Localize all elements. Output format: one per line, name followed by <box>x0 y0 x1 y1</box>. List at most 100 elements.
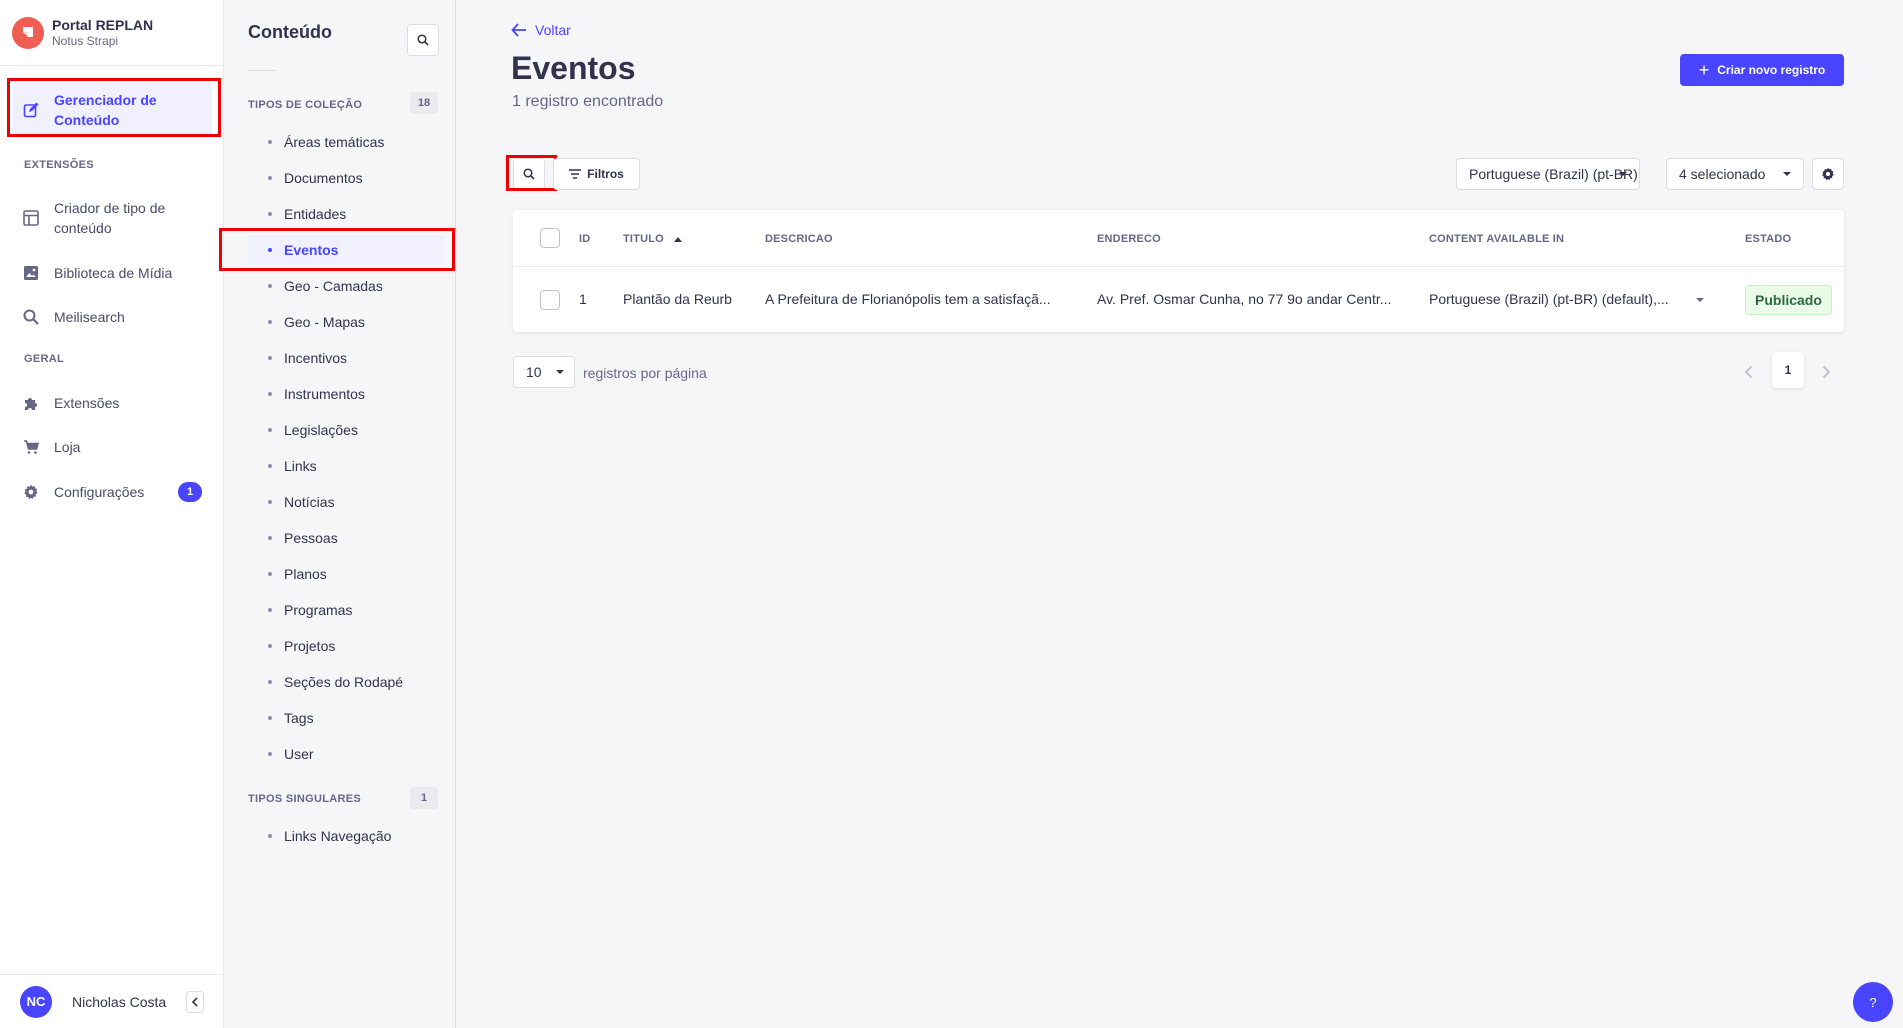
collection-types-count: 18 <box>410 92 438 114</box>
cell-titulo[interactable]: Plantão da Reurb <box>623 291 732 307</box>
back-link-label: Voltar <box>535 22 571 38</box>
subnav-item-links-navegacao[interactable]: Links Navegação <box>248 821 444 851</box>
subnav-item-entidades[interactable]: Entidades <box>248 199 444 229</box>
nav-section-plugins: EXTENSÕES <box>24 159 94 171</box>
create-entry-label: Criar novo registro <box>1717 63 1826 77</box>
main-content: Voltar Eventos 1 registro encontrado + C… <box>456 0 1903 1028</box>
search-icon <box>22 308 40 326</box>
nav-content-manager-label: Gerenciador de Conteúdo <box>54 92 157 128</box>
pencil-icon <box>22 101 40 119</box>
per-page-label: registros por página <box>583 365 707 381</box>
subnav-item-links[interactable]: Links <box>248 451 444 481</box>
subnav-item-eventos[interactable]: Eventos <box>248 235 444 265</box>
image-icon <box>22 264 40 282</box>
filter-icon <box>569 169 582 179</box>
cart-icon <box>22 438 40 456</box>
previous-page-button[interactable] <box>1736 360 1760 384</box>
nav-plugins[interactable]: Extensões <box>12 386 212 420</box>
subnav-item-incentivos[interactable]: Incentivos <box>248 343 444 373</box>
column-header-titulo[interactable]: TITULO <box>623 233 682 245</box>
list-settings-button[interactable] <box>1812 158 1844 190</box>
sort-ascending-icon <box>673 236 682 242</box>
cell-content-available[interactable]: Portuguese (Brazil) (pt-BR) (default),..… <box>1429 291 1689 307</box>
nav-meilisearch[interactable]: Meilisearch <box>12 300 212 334</box>
subnav-search-button[interactable] <box>407 24 439 56</box>
locale-select-value: Portuguese (Brazil) (pt-BR) <box>1469 166 1638 182</box>
columns-select[interactable]: 4 selecionado <box>1666 158 1804 190</box>
brand-header: Portal REPLAN Notus Strapi <box>0 0 223 66</box>
column-header-descricao[interactable]: DESCRICAO <box>765 233 833 245</box>
subnav-item-planos[interactable]: Planos <box>248 559 444 589</box>
nav-content-type-builder[interactable]: Criador de tipo de conteúdo <box>12 190 212 246</box>
user-name[interactable]: Nicholas Costa <box>72 994 166 1010</box>
column-header-endereco[interactable]: ENDERECO <box>1097 233 1161 245</box>
caret-down-icon[interactable] <box>1696 298 1704 302</box>
nav-marketplace[interactable]: Loja <box>12 430 212 464</box>
brand-subtitle: Notus Strapi <box>52 33 119 48</box>
nav-content-manager[interactable]: Gerenciador de Conteúdo <box>12 82 212 138</box>
per-page-value: 10 <box>526 364 542 380</box>
collection-types-heading: TIPOS DE COLEÇÃO <box>248 99 363 111</box>
subnav-item-pessoas[interactable]: Pessoas <box>248 523 444 553</box>
records-count: 1 registro encontrado <box>512 93 664 110</box>
subnav-item-instrumentos[interactable]: Instrumentos <box>248 379 444 409</box>
filters-button[interactable]: Filtros <box>553 158 640 190</box>
user-footer: NC Nicholas Costa <box>0 974 224 1028</box>
page-number-button[interactable]: 1 <box>1772 352 1804 388</box>
nav-marketplace-label: Loja <box>54 439 81 455</box>
subnav-item-documentos[interactable]: Documentos <box>248 163 444 193</box>
chevron-right-icon <box>1822 365 1830 379</box>
caret-down-icon <box>556 370 564 374</box>
nav-settings-label: Configurações <box>54 484 145 500</box>
columns-select-value: 4 selecionado <box>1679 166 1766 182</box>
cell-endereco[interactable]: Av. Pref. Osmar Cunha, no 77 9o andar Ce… <box>1097 291 1407 307</box>
layout-icon <box>22 209 40 227</box>
plus-icon: + <box>1698 60 1710 80</box>
subnav-item-noticias[interactable]: Notícias <box>248 487 444 517</box>
subnav-item-secoes-do-rodape[interactable]: Seções do Rodapé <box>248 667 444 697</box>
help-button[interactable]: ? <box>1853 982 1893 1022</box>
next-page-button[interactable] <box>1814 360 1838 384</box>
nav-media-library[interactable]: Biblioteca de Mídia <box>12 256 212 290</box>
subnav-item-tags[interactable]: Tags <box>248 703 444 733</box>
caret-down-icon <box>1783 172 1791 176</box>
nav-media-library-label: Biblioteca de Mídia <box>54 265 173 281</box>
locale-select[interactable]: Portuguese (Brazil) (pt-BR) <box>1456 158 1640 190</box>
puzzle-icon <box>22 394 40 412</box>
create-entry-button[interactable]: + Criar novo registro <box>1680 54 1844 86</box>
back-link[interactable]: Voltar <box>511 22 571 38</box>
column-header-estado[interactable]: ESTADO <box>1745 233 1791 245</box>
nav-section-general: GERAL <box>24 353 64 365</box>
gear-icon <box>22 483 40 501</box>
subnav-item-geo-camadas[interactable]: Geo - Camadas <box>248 271 444 301</box>
collapse-nav-button[interactable] <box>186 990 204 1013</box>
table-header-divider <box>513 266 1844 267</box>
subnav-item-legislacoes[interactable]: Legislações <box>248 415 444 445</box>
highlight-box-search <box>506 155 557 191</box>
select-all-checkbox[interactable] <box>540 228 560 248</box>
nav-meilisearch-label: Meilisearch <box>54 309 125 325</box>
chevron-left-icon <box>1744 365 1752 379</box>
content-subnav: Conteúdo TIPOS DE COLEÇÃO 18 Áreas temát… <box>224 0 456 1028</box>
cell-id[interactable]: 1 <box>579 291 587 307</box>
per-page-select[interactable]: 10 <box>513 356 575 388</box>
subnav-item-programas[interactable]: Programas <box>248 595 444 625</box>
avatar[interactable]: NC <box>20 985 52 1018</box>
column-header-titulo-label: TITULO <box>623 233 664 245</box>
row-checkbox[interactable] <box>540 290 560 310</box>
subnav-item-projetos[interactable]: Projetos <box>248 631 444 661</box>
subnav-item-geo-mapas[interactable]: Geo - Mapas <box>248 307 444 337</box>
column-header-content-available: CONTENT AVAILABLE IN <box>1429 233 1565 245</box>
subnav-divider <box>248 70 276 71</box>
status-badge: Publicado <box>1745 285 1832 315</box>
subnav-item-user[interactable]: User <box>248 739 444 769</box>
brand-title: Portal REPLAN <box>52 16 154 33</box>
strapi-logo-icon <box>12 16 44 49</box>
settings-notification-badge: 1 <box>178 482 202 502</box>
subnav-item-areas-tematicas[interactable]: Áreas temáticas <box>248 127 444 157</box>
chevron-left-icon <box>191 996 198 1007</box>
nav-settings[interactable]: Configurações 1 <box>12 474 212 510</box>
column-header-id[interactable]: ID <box>579 233 590 245</box>
cell-descricao[interactable]: A Prefeitura de Florianópolis tem a sati… <box>765 291 1075 307</box>
single-types-count: 1 <box>410 787 438 809</box>
